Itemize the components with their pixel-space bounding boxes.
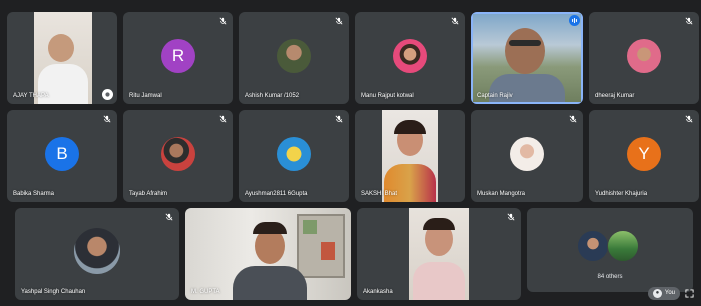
participant-name: Yudhishter Khajuria bbox=[595, 191, 648, 197]
avatar bbox=[577, 230, 609, 262]
mic-off-icon bbox=[219, 17, 227, 25]
participant-tile-yashpal[interactable]: Yashpal Singh Chauhan bbox=[15, 208, 179, 300]
participant-name: Muskan Mangotra bbox=[477, 191, 526, 197]
participant-tile-manu[interactable]: Manu Rajput kotwal bbox=[355, 12, 465, 104]
participant-video bbox=[473, 14, 581, 102]
participant-name: Tayab Afrahim bbox=[129, 191, 168, 197]
avatar bbox=[607, 230, 639, 262]
participant-name: SAKSHI Bhat bbox=[361, 191, 398, 197]
mic-off-icon bbox=[685, 17, 693, 25]
participant-tile-ayushman[interactable]: Ayushman2811 6Gupta bbox=[239, 110, 349, 202]
self-view-chip[interactable]: ● You bbox=[647, 286, 680, 300]
avatar bbox=[74, 228, 120, 274]
participant-video bbox=[409, 208, 469, 300]
participant-name: Ayushman2811 6Gupta bbox=[245, 191, 308, 197]
avatar bbox=[161, 137, 195, 171]
avatar-letter: R bbox=[161, 39, 195, 73]
avatar bbox=[277, 39, 311, 73]
mic-off-icon bbox=[219, 115, 227, 123]
participant-tile-gupta[interactable]: M. GUPTA bbox=[185, 208, 351, 300]
mic-off-icon bbox=[451, 17, 459, 25]
participant-tile-tayab[interactable]: Tayab Afrahim bbox=[123, 110, 233, 202]
self-label: You bbox=[664, 290, 675, 296]
mic-off-icon bbox=[335, 115, 343, 123]
participant-name: Yashpal Singh Chauhan bbox=[21, 289, 86, 295]
participant-tile-akankasha[interactable]: Akankasha bbox=[357, 208, 521, 300]
participant-name: AJAY THAPA bbox=[13, 93, 49, 99]
avatar bbox=[510, 137, 544, 171]
mic-off-icon bbox=[335, 17, 343, 25]
participant-tile-yudhishter[interactable]: Y Yudhishter Khajuria bbox=[589, 110, 699, 202]
participant-tile-muskan[interactable]: Muskan Mangotra bbox=[471, 110, 583, 202]
participant-name: Ashish Kumar /1052 bbox=[245, 93, 300, 99]
others-tile[interactable]: 84 others bbox=[527, 208, 693, 292]
participant-name: Akankasha bbox=[363, 289, 393, 295]
participant-tile-ashish[interactable]: Ashish Kumar /1052 bbox=[239, 12, 349, 104]
audio-wave-icon bbox=[569, 15, 580, 26]
participant-video bbox=[382, 110, 438, 202]
others-count: 84 others bbox=[597, 274, 623, 280]
participant-tile-babika[interactable]: B Babika Sharma bbox=[7, 110, 117, 202]
expand-icon[interactable] bbox=[683, 287, 695, 299]
avatar bbox=[393, 39, 427, 73]
mic-off-icon bbox=[569, 115, 577, 123]
participant-tile-sakshi[interactable]: SAKSHI Bhat bbox=[355, 110, 465, 202]
participant-name: Manu Rajput kotwal bbox=[361, 93, 414, 99]
avatar bbox=[277, 137, 311, 171]
participant-tile-ajay[interactable]: AJAY THAPA bbox=[7, 12, 117, 104]
participant-name: Captain Rajiv bbox=[477, 93, 513, 99]
mic-off-icon bbox=[103, 115, 111, 123]
mic-off-icon bbox=[507, 213, 515, 221]
avatar-letter: B bbox=[45, 137, 79, 171]
participant-name: M. GUPTA bbox=[191, 289, 220, 295]
participant-video bbox=[185, 208, 351, 300]
participant-tile-ritu[interactable]: R Ritu Jamwal bbox=[123, 12, 233, 104]
participant-name: Babika Sharma bbox=[13, 191, 55, 197]
mic-off-icon bbox=[165, 213, 173, 221]
participant-name: dheeraj Kumar bbox=[595, 93, 635, 99]
participant-name: Ritu Jamwal bbox=[129, 93, 162, 99]
mic-off-icon bbox=[685, 115, 693, 123]
avatar-letter: Y bbox=[627, 137, 661, 171]
avatar bbox=[627, 39, 661, 73]
participant-tile-dheeraj[interactable]: dheeraj Kumar bbox=[589, 12, 699, 104]
participant-tile-rajiv[interactable]: Captain Rajiv bbox=[471, 12, 583, 104]
participant-video bbox=[34, 12, 92, 104]
pin-icon[interactable] bbox=[102, 89, 113, 100]
self-controls: ● You bbox=[647, 286, 695, 300]
avatar-icon: ● bbox=[652, 288, 662, 298]
